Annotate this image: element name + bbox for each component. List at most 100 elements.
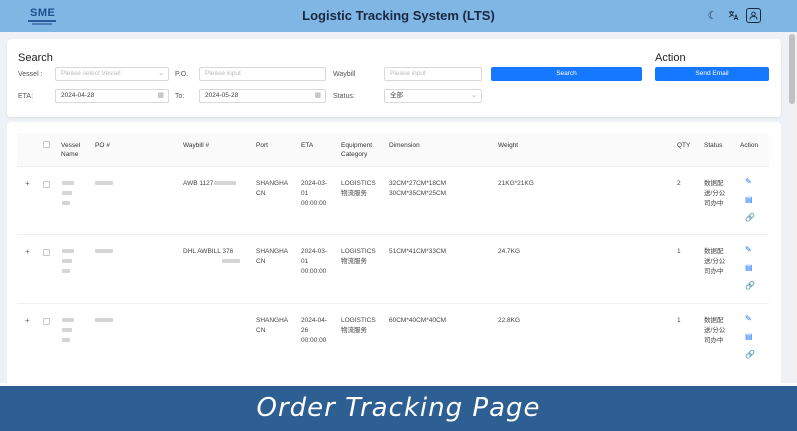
col-action[interactable]: Action	[740, 141, 758, 150]
search-heading: Search	[18, 52, 53, 64]
redacted-waybill	[222, 259, 240, 263]
row-checkbox[interactable]	[43, 318, 50, 325]
cell-qty: 1	[677, 317, 681, 324]
cell-dimension: 32CM*27CM*18CM 30CM*35CM*25CM	[389, 180, 447, 197]
expand-row-icon[interactable]: +	[25, 179, 30, 188]
cell-qty: 2	[677, 180, 681, 187]
cell-waybill: DHL AWBILL 376	[183, 248, 234, 255]
document-icon[interactable]: ▤	[745, 332, 753, 341]
calendar-icon: ▦	[314, 92, 321, 99]
cell-dimension: 51CM*41CM*33CM	[389, 248, 447, 255]
cell-qty: 1	[677, 248, 681, 255]
document-icon[interactable]: ▤	[745, 195, 753, 204]
link-icon[interactable]: 🔗	[745, 350, 755, 359]
col-weight[interactable]: Weight	[498, 141, 518, 150]
col-dimension[interactable]: Dimension	[389, 141, 420, 150]
moon-icon[interactable]: ☾	[704, 7, 721, 24]
header-actions: ☾	[704, 7, 761, 24]
edit-icon[interactable]: ✎	[745, 314, 752, 323]
cell-weight: 22.8KG	[498, 317, 521, 324]
to-label: To:	[175, 93, 185, 100]
cell-equipment: LOGISTICS 物流服务	[341, 180, 376, 197]
redacted-vessel	[62, 269, 70, 273]
col-po[interactable]: PO #	[95, 141, 110, 150]
cell-dimension: 60CM*40CM*40CM	[389, 317, 447, 324]
eta-from-input[interactable]: 2024-04-28 ▦	[55, 89, 169, 103]
col-status[interactable]: Status	[704, 141, 722, 150]
redacted-po	[95, 181, 113, 185]
redacted-vessel	[62, 259, 72, 263]
redacted-po	[95, 249, 113, 253]
po-label: P.O.	[175, 71, 189, 78]
eta-label: ETA:	[18, 93, 34, 100]
col-port[interactable]: Port	[256, 141, 268, 150]
status-value: 全部	[390, 92, 403, 99]
status-select[interactable]: 全部 ⌄	[384, 89, 482, 103]
cell-port: SHANGHA CN	[256, 248, 288, 265]
row-checkbox[interactable]	[43, 181, 50, 188]
edit-icon[interactable]: ✎	[745, 177, 752, 186]
col-eta[interactable]: ETA	[301, 141, 313, 150]
calendar-icon: ▦	[157, 92, 164, 99]
cell-waybill: AWB 1127	[183, 180, 214, 187]
cell-status: 数据配 送/分公 司办中	[704, 248, 726, 275]
chevron-down-icon: ⌄	[158, 70, 164, 77]
cell-eta: 2024-03- 01 00:00:00	[301, 248, 328, 275]
col-vessel-name[interactable]: Vessel Name	[61, 141, 87, 159]
action-heading: Action	[655, 52, 686, 64]
redacted-vessel	[62, 249, 74, 253]
redacted-vessel	[62, 201, 70, 205]
redacted-vessel	[62, 181, 74, 185]
redacted-waybill	[214, 181, 236, 185]
document-icon[interactable]: ▤	[745, 263, 753, 272]
col-qty[interactable]: QTY	[677, 141, 690, 150]
cell-port: SHANGHA CN	[256, 317, 288, 334]
redacted-vessel	[62, 338, 70, 342]
translate-icon[interactable]	[725, 7, 742, 24]
user-icon[interactable]	[746, 8, 761, 23]
po-input[interactable]: Please input	[199, 67, 326, 81]
row-divider	[17, 303, 769, 304]
cell-weight: 21KG*21KG	[498, 180, 534, 187]
eta-from-value: 2024-04-28	[61, 92, 95, 99]
row-divider	[17, 234, 769, 235]
po-placeholder: Please input	[205, 70, 241, 77]
eta-to-value: 2024-05-28	[205, 92, 239, 99]
cell-eta: 2024-03- 01 00:00:00	[301, 180, 328, 207]
vessel-select[interactable]: Please select Vessel ⌄	[55, 67, 169, 81]
cell-port: SHANGHA CN	[256, 180, 288, 197]
redacted-vessel	[62, 318, 74, 322]
link-icon[interactable]: 🔗	[745, 281, 755, 290]
waybill-label: Waybill	[333, 71, 356, 78]
redacted-vessel	[62, 328, 72, 332]
waybill-placeholder: Please input	[390, 70, 426, 77]
table-header	[17, 133, 769, 167]
eta-to-input[interactable]: 2024-05-28 ▦	[199, 89, 326, 103]
select-all-checkbox[interactable]	[43, 141, 50, 148]
cell-status: 数据配 送/分公 司办中	[704, 180, 726, 207]
page-scrollbar-thumb[interactable]	[789, 34, 795, 104]
redacted-po	[95, 318, 113, 322]
chevron-down-icon: ⌄	[471, 92, 477, 99]
redacted-vessel	[62, 191, 72, 195]
search-button[interactable]: Search	[491, 67, 642, 81]
vessel-label: Vessel :	[18, 71, 43, 78]
row-checkbox[interactable]	[43, 249, 50, 256]
cell-equipment: LOGISTICS 物流服务	[341, 248, 376, 265]
expand-row-icon[interactable]: +	[25, 316, 30, 325]
vessel-placeholder: Please select Vessel	[61, 70, 121, 77]
cell-status: 数据配 送/分公 司办中	[704, 317, 726, 344]
status-label: Status:	[333, 93, 355, 100]
cell-equipment: LOGISTICS 物流服务	[341, 317, 376, 334]
app-title: Logistic Tracking System (LTS)	[302, 8, 495, 23]
link-icon[interactable]: 🔗	[745, 213, 755, 222]
col-waybill[interactable]: Waybill #	[183, 141, 209, 150]
cell-weight: 24.7KG	[498, 248, 521, 255]
caption-banner: Order Tracking Page	[0, 383, 797, 431]
send-email-button[interactable]: Send Email	[655, 67, 769, 81]
expand-row-icon[interactable]: +	[25, 247, 30, 256]
waybill-input[interactable]: Please input	[384, 67, 482, 81]
col-equipment[interactable]: Equipment Category	[341, 141, 381, 159]
banner-text: Order Tracking Page	[256, 393, 541, 423]
edit-icon[interactable]: ✎	[745, 245, 752, 254]
